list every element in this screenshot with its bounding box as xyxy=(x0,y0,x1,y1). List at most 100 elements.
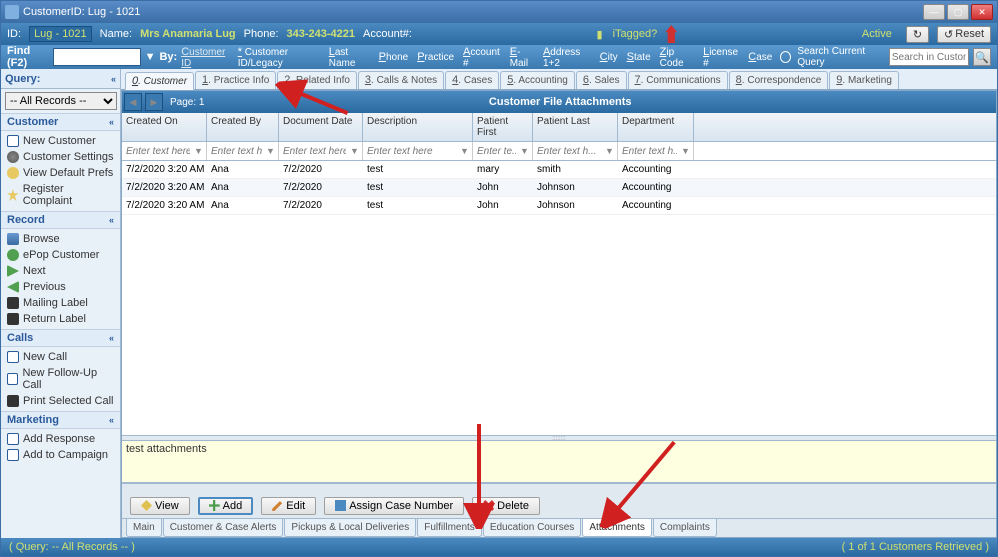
by-link[interactable]: Phone xyxy=(379,51,409,63)
top-tab[interactable]: 6. Sales xyxy=(576,71,627,89)
table-row[interactable]: 7/2/2020 3:20 AMAna7/2/2020testJohnJohns… xyxy=(122,179,996,197)
sidebar-item-add-response[interactable]: Add Response xyxy=(1,431,120,447)
grid-prev-page[interactable]: ◀ xyxy=(124,93,142,111)
top-tab[interactable]: 1. Practice Info xyxy=(195,71,276,89)
bottom-tab[interactable]: Pickups & Local Deliveries xyxy=(284,519,416,537)
page-indicator: Page: 1 xyxy=(170,97,204,108)
assign-case-number-button[interactable]: Assign Case Number xyxy=(324,497,464,515)
delete-button[interactable]: Delete xyxy=(472,497,540,515)
sidebar-item-new-followup-call[interactable]: New Follow-Up Call xyxy=(1,365,120,393)
edit-button[interactable]: Edit xyxy=(261,497,316,515)
funnel-icon[interactable]: ▼ xyxy=(605,146,615,156)
by-link[interactable]: Case xyxy=(748,51,772,63)
id-field[interactable]: Lug - 1021 xyxy=(29,26,92,42)
pin-icon[interactable] xyxy=(665,25,677,43)
by-link[interactable]: Customer ID xyxy=(181,46,229,69)
panel-marketing-head[interactable]: Marketing« xyxy=(1,411,120,429)
filter-input[interactable] xyxy=(535,143,603,159)
find-input[interactable] xyxy=(53,48,141,66)
column-header[interactable]: Department xyxy=(618,113,694,141)
bottom-tab[interactable]: Fulfillments xyxy=(417,519,482,537)
bottom-tab[interactable]: Attachments xyxy=(582,519,652,537)
by-link[interactable]: Last Name xyxy=(329,46,370,69)
sidebar-item-new-call[interactable]: New Call xyxy=(1,349,120,365)
bottom-tab[interactable]: Customer & Case Alerts xyxy=(163,519,284,537)
by-link[interactable]: City xyxy=(600,51,618,63)
by-link[interactable]: * Customer ID/Legacy xyxy=(238,46,320,69)
filter-input[interactable] xyxy=(475,143,518,159)
table-row[interactable]: 7/2/2020 3:20 AMAna7/2/2020testJohnJohns… xyxy=(122,197,996,215)
maximize-button[interactable]: ▢ xyxy=(947,4,969,20)
top-tab[interactable]: 2. Related Info xyxy=(277,71,357,89)
sidebar-item-previous[interactable]: Previous xyxy=(1,279,120,295)
table-row[interactable]: 7/2/2020 3:20 AMAna7/2/2020testmarysmith… xyxy=(122,161,996,179)
funnel-icon[interactable]: ▼ xyxy=(681,146,691,156)
column-header[interactable]: Patient Last xyxy=(533,113,618,141)
by-link[interactable]: E-Mail xyxy=(510,46,534,69)
top-tab[interactable]: 8. Correspondence xyxy=(729,71,829,89)
search-button[interactable]: 🔍 xyxy=(973,48,991,66)
filter-input[interactable] xyxy=(620,143,679,159)
sidebar-item-add-to-campaign[interactable]: Add to Campaign xyxy=(1,447,120,463)
filter-input[interactable] xyxy=(365,143,458,159)
by-link[interactable]: State xyxy=(627,51,651,63)
panel-calls-head[interactable]: Calls« xyxy=(1,329,120,347)
sidebar-item-view-default-prefs[interactable]: View Default Prefs xyxy=(1,165,120,181)
sidebar-item-epop-customer[interactable]: ePop Customer xyxy=(1,247,120,263)
funnel-icon[interactable]: ▼ xyxy=(520,146,530,156)
sidebar-item-register-complaint[interactable]: Register Complaint xyxy=(1,181,120,209)
filter-input[interactable] xyxy=(124,143,192,159)
minimize-button[interactable]: — xyxy=(923,4,945,20)
column-header[interactable]: Document Date xyxy=(279,113,363,141)
top-tab[interactable]: 3. Calls & Notes xyxy=(358,71,444,89)
sidebar-item-customer-settings[interactable]: Customer Settings xyxy=(1,149,120,165)
search-query-label[interactable]: Search Current Query xyxy=(797,46,885,68)
search-in-customer-input[interactable] xyxy=(889,48,969,66)
top-tab[interactable]: 4. Cases xyxy=(445,71,499,89)
refresh-button[interactable]: ↻ xyxy=(906,26,929,43)
top-tab[interactable]: 5. Accounting xyxy=(500,71,575,89)
column-header[interactable]: Patient First xyxy=(473,113,533,141)
sidebar-item-browse[interactable]: Browse xyxy=(1,231,120,247)
column-header[interactable]: Created On xyxy=(122,113,207,141)
by-link[interactable]: Zip Code xyxy=(660,46,694,69)
column-header[interactable]: Description xyxy=(363,113,473,141)
action-bar: View Add Edit Assign Case Number Delete xyxy=(122,493,996,519)
panel-customer-head[interactable]: Customer« xyxy=(1,113,120,131)
name-label: Name: xyxy=(100,28,132,40)
tagged-label[interactable]: iTagged? xyxy=(613,28,658,40)
bottom-tab[interactable]: Main xyxy=(126,519,162,537)
sidebar-item-new-customer[interactable]: New Customer xyxy=(1,133,120,149)
query-select[interactable]: -- All Records -- xyxy=(5,92,117,110)
funnel-icon[interactable]: ▼ xyxy=(350,146,360,156)
column-header[interactable]: Created By xyxy=(207,113,279,141)
by-link[interactable]: Practice xyxy=(417,51,454,63)
filter-input[interactable] xyxy=(281,143,348,159)
bottom-tab[interactable]: Education Courses xyxy=(483,519,582,537)
app-icon xyxy=(5,5,19,19)
top-tab[interactable]: 9. Marketing xyxy=(829,71,899,89)
grid-next-page[interactable]: ▶ xyxy=(145,93,163,111)
table-cell: 7/2/2020 xyxy=(279,181,363,194)
view-button[interactable]: View xyxy=(130,497,190,515)
sidebar-item-return-label[interactable]: Return Label xyxy=(1,311,120,327)
by-link[interactable]: Account # xyxy=(463,46,501,69)
query-header[interactable]: Query: « xyxy=(1,69,120,89)
notes-area[interactable]: test attachments xyxy=(122,441,996,483)
panel-record-head[interactable]: Record« xyxy=(1,211,120,229)
funnel-icon[interactable]: ▼ xyxy=(266,146,276,156)
close-button[interactable]: ✕ xyxy=(971,4,993,20)
funnel-icon[interactable]: ▼ xyxy=(194,146,204,156)
by-link[interactable]: License # xyxy=(703,46,739,69)
sidebar-item-next[interactable]: Next xyxy=(1,263,120,279)
funnel-icon[interactable]: ▼ xyxy=(460,146,470,156)
sidebar-item-mailing-label[interactable]: Mailing Label xyxy=(1,295,120,311)
top-tab[interactable]: 7. Communications xyxy=(628,71,728,89)
filter-input[interactable] xyxy=(209,143,264,159)
reset-button[interactable]: ↺ Reset xyxy=(937,26,991,43)
sidebar-item-print-selected-call[interactable]: Print Selected Call xyxy=(1,393,120,409)
add-button[interactable]: Add xyxy=(198,497,254,515)
top-tab[interactable]: 0. Customer xyxy=(125,72,194,90)
by-link[interactable]: Address 1+2 xyxy=(543,46,591,69)
bottom-tab[interactable]: Complaints xyxy=(653,519,717,537)
